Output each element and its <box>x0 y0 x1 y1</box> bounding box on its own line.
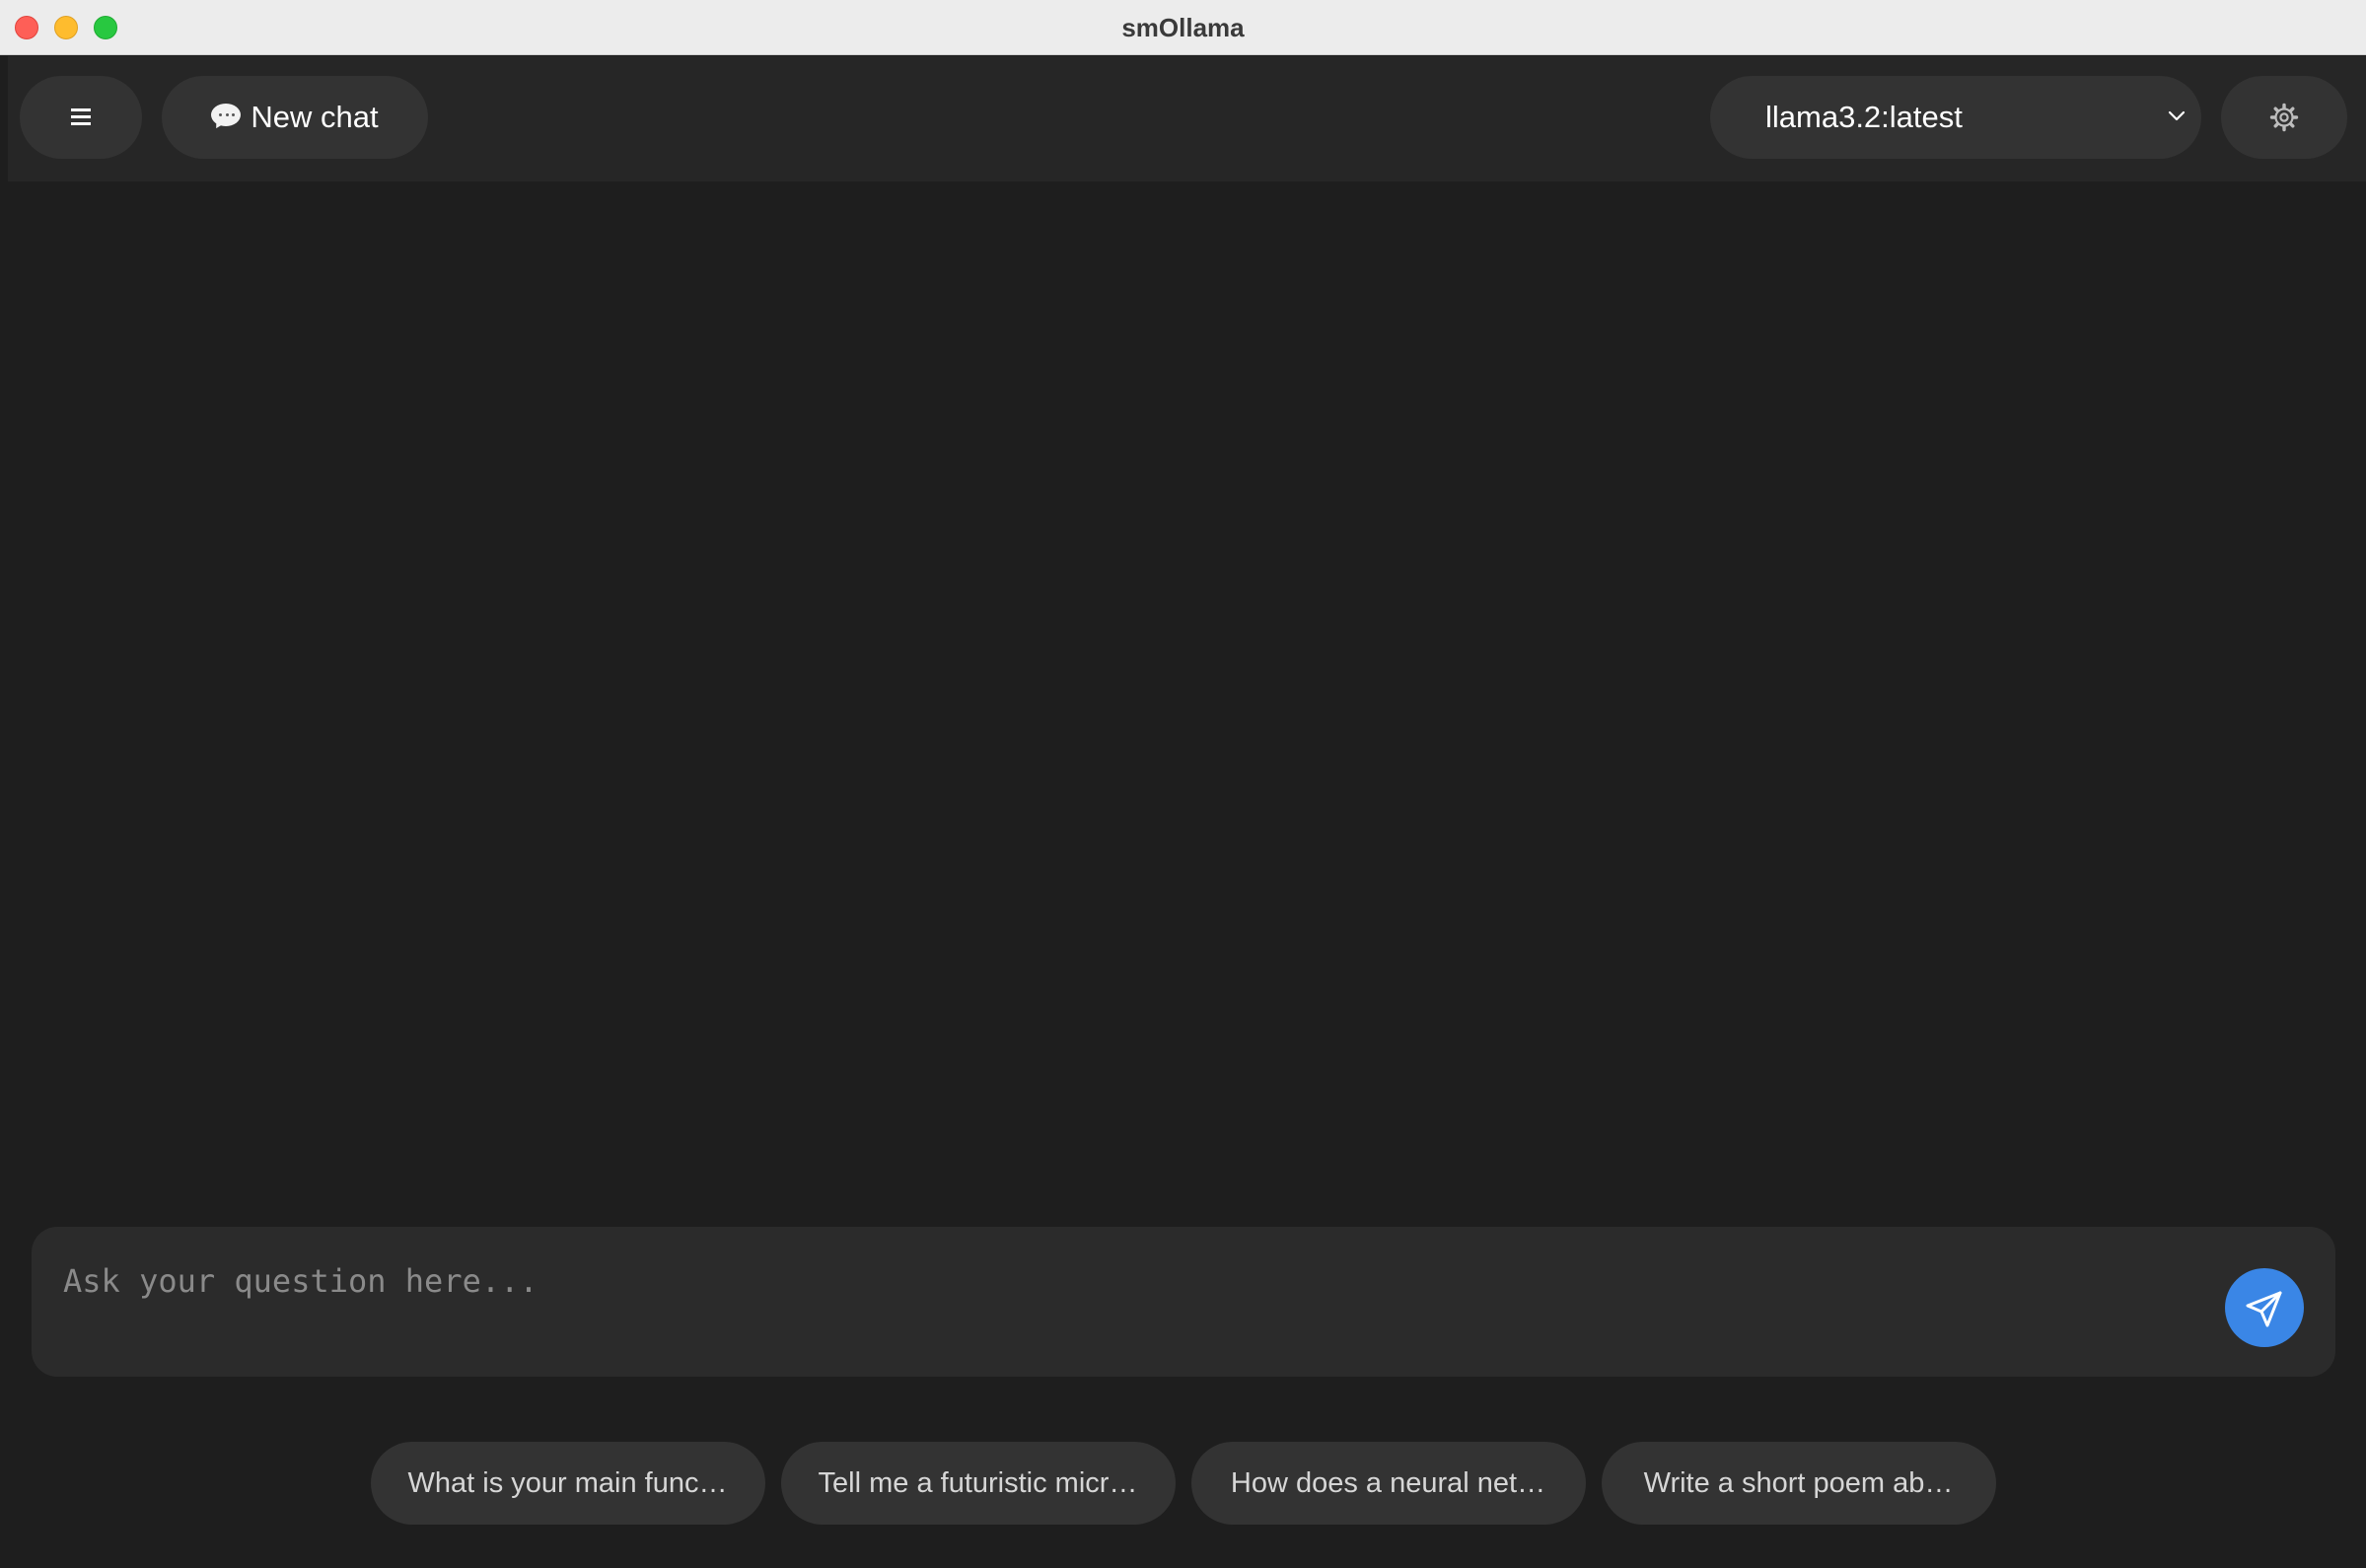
suggestion-chip[interactable]: What is your main func… <box>370 1442 765 1525</box>
chevron-down-icon <box>2168 110 2186 121</box>
suggestion-chip[interactable]: Tell me a futuristic micr… <box>780 1442 1176 1525</box>
speech-bubble-icon <box>211 103 242 131</box>
model-select-value: llama3.2:latest <box>1765 100 1963 134</box>
hamburger-icon <box>71 108 91 125</box>
menu-button[interactable] <box>20 76 142 159</box>
new-chat-label: New chat <box>251 100 379 134</box>
new-chat-button[interactable]: New chat <box>162 76 428 159</box>
app-header: New chat llama3.2:latest <box>8 56 2366 181</box>
suggestion-chip[interactable]: How does a neural net… <box>1190 1442 1586 1525</box>
app-window: smOllama New chat llama3.2:latest Ask yo… <box>0 0 2366 1568</box>
suggestion-chip[interactable]: Write a short poem ab… <box>1601 1442 1996 1525</box>
suggestion-chips: What is your main func… Tell me a futuri… <box>0 1442 2366 1525</box>
question-input-panel <box>32 1227 2335 1377</box>
gear-icon <box>2269 103 2299 132</box>
send-button[interactable] <box>2225 1268 2304 1347</box>
settings-button[interactable] <box>2221 76 2347 159</box>
paper-plane-icon <box>2246 1291 2282 1327</box>
title-bar: smOllama <box>0 0 2366 55</box>
question-input[interactable] <box>61 1250 2235 1312</box>
model-select[interactable]: llama3.2:latest <box>1710 76 2201 159</box>
window-title: smOllama <box>1121 13 1245 42</box>
